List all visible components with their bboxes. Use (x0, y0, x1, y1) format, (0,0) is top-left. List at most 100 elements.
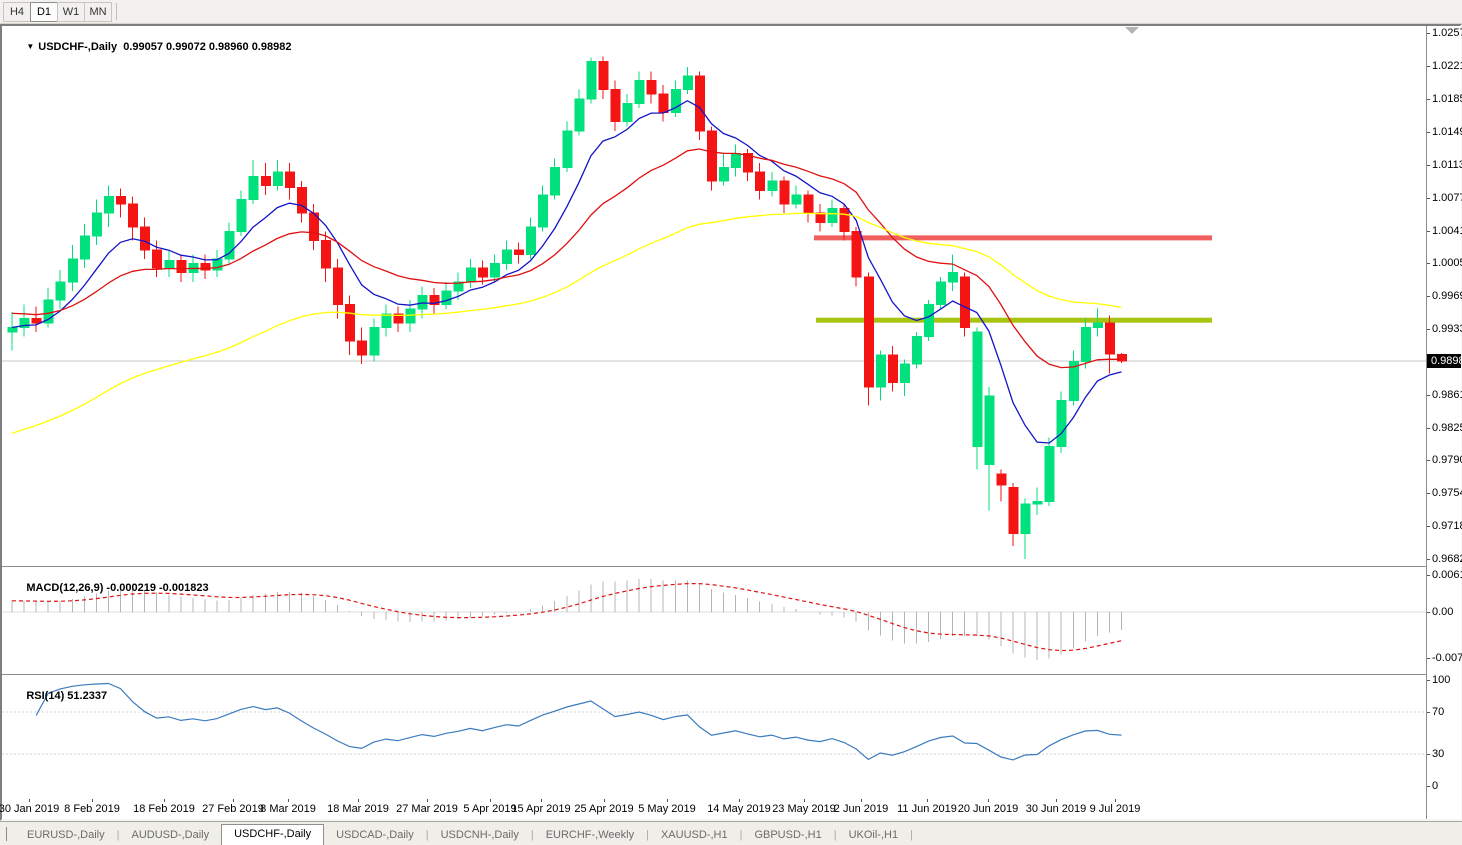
candle-body (405, 308, 416, 324)
candle-body (948, 272, 959, 283)
date-tick (988, 799, 989, 802)
date-axis-label: 18 Feb 2019 (133, 803, 195, 815)
resistance-line[interactable] (814, 235, 1212, 241)
date-axis-label: 8 Feb 2019 (64, 803, 120, 815)
chart-tab-xauusd-h1[interactable]: XAUUSD-,H1 (649, 826, 740, 845)
date-axis-label: 8 Mar 2019 (260, 803, 316, 815)
chart-tab-usdchf-daily[interactable]: USDCHF-,Daily (221, 824, 325, 845)
chart-window: ▼ USDCHF-,Daily 0.99057 0.99072 0.98960 0… (0, 24, 1462, 821)
price-axis-label: 0.96820 (1427, 553, 1462, 565)
price-axis[interactable]: 0.98982 1.02570 1.02210 1.01850 1.01490 1.01… (1426, 26, 1462, 819)
timeframe-button-d1[interactable]: D1 (30, 1, 58, 22)
candle-body (550, 166, 561, 196)
candle-body (103, 196, 114, 214)
panel-divider[interactable] (2, 566, 1460, 568)
timeframe-button-mn[interactable]: MN (84, 1, 112, 22)
candle-body (1044, 445, 1055, 502)
candle-body (634, 80, 645, 104)
macd-axis-label: -0.00761 (1426, 652, 1462, 664)
candle-body (7, 327, 18, 333)
candle-body (839, 208, 850, 232)
candle-body (31, 317, 42, 324)
candle-body (538, 194, 549, 228)
timeframe-toolbar: H4 D1 W1 MN (0, 0, 1462, 24)
chart-tab-usdcad-daily[interactable]: USDCAD-,Daily (324, 826, 426, 845)
candle-body (815, 212, 826, 223)
candle-body (1008, 487, 1019, 534)
candle-body (719, 166, 730, 182)
tab-separator: | (910, 829, 913, 841)
price-chart-canvas[interactable] (2, 26, 1426, 566)
chart-tab-gbpusd-h1[interactable]: GBPUSD-,H1 (742, 826, 833, 845)
candle-body (1020, 503, 1031, 534)
macd-axis-label: 0.00613 (1427, 569, 1462, 581)
rsi-axis-label: 0 (1426, 780, 1439, 793)
candle-body (489, 262, 500, 278)
candle-body (924, 304, 935, 338)
candle-body (1056, 400, 1067, 447)
candle-body (562, 130, 573, 168)
chart-ohlc-values: 0.99057 0.99072 0.98960 0.98982 (123, 41, 292, 53)
chart-tab-eurchf-weekly[interactable]: EURCHF-,Weekly (534, 826, 646, 845)
chart-tab-usdcnh-daily[interactable]: USDCNH-,Daily (429, 826, 531, 845)
symbol-marker-icon: ▼ (26, 42, 35, 51)
candle-body (598, 60, 609, 91)
chart-shift-marker-icon[interactable] (1125, 27, 1139, 34)
candle-body (912, 336, 922, 365)
candle-body (658, 93, 669, 114)
date-tick (739, 799, 740, 802)
price-axis-label: 0.97180 (1427, 520, 1462, 532)
candle-body (731, 153, 742, 168)
candle-body (514, 249, 525, 255)
macd-label: MACD(12,26,9) -0.000219 -0.001823 (8, 570, 208, 606)
date-tick (667, 799, 668, 802)
rsi-chart-canvas[interactable] (2, 676, 1426, 798)
candle-body (936, 281, 947, 306)
date-tick (804, 799, 805, 802)
rsi-label: RSI(14) 51.2337 (8, 678, 107, 714)
candle-body (321, 240, 332, 269)
candle-body (55, 281, 66, 301)
support-line[interactable] (816, 317, 1212, 323)
candle-body (260, 176, 271, 187)
chart-tab-audusd-daily[interactable]: AUDUSD-,Daily (119, 826, 221, 845)
date-tick (427, 799, 428, 802)
ma-slow-line (11, 212, 1122, 435)
date-axis[interactable]: 30 Jan 2019 8 Feb 2019 18 Feb 2019 27 Feb 2… (0, 799, 1426, 819)
price-axis-label: 0.97900 (1427, 454, 1462, 466)
date-tick (927, 799, 928, 802)
price-axis-label: 0.97540 (1427, 487, 1462, 499)
date-tick (861, 799, 862, 802)
price-axis-label: 1.02570 (1427, 27, 1462, 39)
timeframe-button-w1[interactable]: W1 (57, 1, 85, 22)
rsi-axis-label: 100 (1426, 674, 1451, 687)
rsi-axis-label: 70 (1426, 705, 1445, 718)
date-tick (541, 799, 542, 802)
candle-body (284, 171, 295, 189)
panel-divider[interactable] (2, 674, 1460, 676)
candle-body (887, 354, 898, 383)
date-tick (29, 799, 30, 802)
candle-body (1092, 322, 1103, 329)
chart-tab-ukoil-h1[interactable]: UKOil-,H1 (837, 826, 911, 845)
chart-title: ▼ USDCHF-,Daily 0.99057 0.99072 0.98960 0… (8, 29, 291, 65)
candle-body (791, 194, 802, 205)
candle-body (357, 340, 368, 356)
candle-body (863, 276, 874, 388)
chart-tabbar: EURUSD-,Daily | AUDUSD-,Daily USDCHF-,Daily… (0, 821, 1462, 845)
candle-body (694, 75, 705, 132)
timeframe-button-h4[interactable]: H4 (3, 1, 31, 22)
date-tick (1056, 799, 1057, 802)
candle-body (67, 258, 78, 283)
chart-symbol-period: USDCHF-,Daily (38, 41, 118, 53)
price-axis-label: 0.98610 (1427, 389, 1462, 401)
ma-medium-line (11, 148, 1122, 369)
candle-body (1080, 327, 1091, 362)
chart-tab-eurusd-daily[interactable]: EURUSD-,Daily (15, 826, 117, 845)
date-axis-label: 5 May 2019 (638, 803, 696, 815)
price-axis-label: 0.99690 (1427, 290, 1462, 302)
rsi-axis-label: 30 (1426, 748, 1445, 761)
candle-body (1117, 353, 1128, 362)
macd-chart-canvas[interactable] (2, 568, 1426, 674)
toolbar-separator (116, 3, 117, 20)
